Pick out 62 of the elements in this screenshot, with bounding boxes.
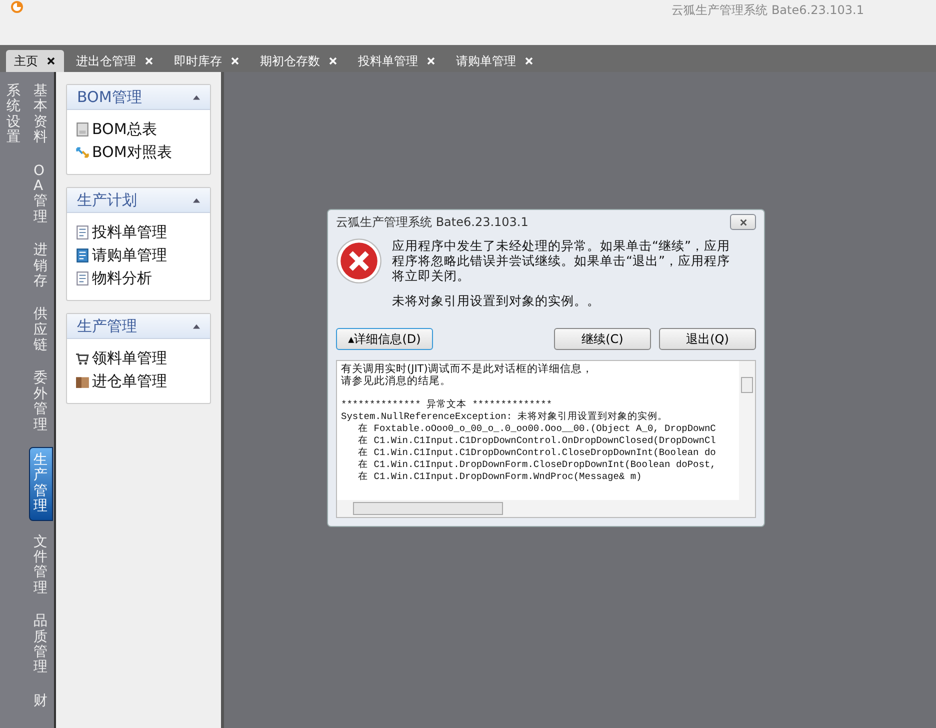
details-line: System.NullReferenceException: 未将对象引用设置到对象的实例。 [341,411,669,423]
chevron-icon[interactable] [193,198,200,202]
document-icon [75,271,90,286]
arrows-icon [75,145,90,160]
document-icon [75,122,90,137]
nav-tab[interactable]: OA管理 [30,160,52,230]
cart-icon [75,351,90,366]
details-line: 请参见此消息的结尾。 [341,375,452,387]
details-line: 在 C1.Win.C1Input.C1DropDownControl.OnDropDownClosed(DropDownCl [357,435,717,447]
tab[interactable]: 期初仓存数 [252,50,346,72]
menu-item[interactable]: 请购单管理 [75,244,202,267]
tab[interactable]: 主页 [6,50,64,72]
document-icon [75,248,90,263]
menu-item[interactable]: BOM总表 [75,118,202,141]
details-line: ************** 异常文本 ************** [341,399,554,411]
nav-tab[interactable]: 委外管理 [30,367,52,438]
details-line: 在 C1.Win.C1Input.DropDownForm.WndProc(Message& m) [357,471,643,483]
close-icon [738,218,748,226]
chevron-icon[interactable] [193,324,200,328]
nav-tab[interactable]: 供应链 [30,303,52,358]
nav-tab[interactable]: 财 [30,690,52,714]
app-title: 云狐生产管理系统 Bate6.23.103.1 [672,2,864,19]
nav-tab[interactable]: 基本资料 [30,80,52,150]
nav-tab[interactable]: 文件管理 [30,530,52,600]
details-line: 在 Foxtable.oOoo0_o_00_o_.0_oo00.Ooo__00.(Object A_0, DropDownC [357,423,717,435]
menu-item[interactable]: 进仓单管理 [75,370,202,393]
error-detail: 未将对象引用设置到对象的实例。。 [392,293,601,310]
menu-item[interactable]: 物料分析 [75,267,202,290]
close-icon[interactable] [46,56,56,66]
details-line: 在 C1.Win.C1Input.C1DropDownControl.CloseDropDownInt(Boolean do [357,447,717,459]
dialog-button[interactable]: 继续(C) [554,328,651,350]
dialog-title: 云狐生产管理系统 Bate6.23.103.1 [336,214,528,230]
tab[interactable]: 投料单管理 [350,50,444,72]
document-icon [75,225,90,240]
menu-item[interactable]: BOM对照表 [75,141,202,164]
details-button[interactable]: ▴详细信息(D) [336,328,433,350]
logo-icon [10,0,24,14]
details-line: 有关调用实时(JIT)调试而不是此对话框的详细信息， [341,363,594,375]
nav-tab[interactable]: 系统设置 [2,80,24,150]
group-title: 生产管理 [77,316,137,336]
group-header[interactable]: 生产计划 [67,188,210,213]
group-header[interactable]: 生产管理 [67,314,210,339]
box-icon [75,374,90,389]
group-header[interactable]: BOM管理 [67,85,210,110]
error-icon [336,238,382,284]
vertical-scrollbar[interactable] [739,361,755,500]
horizontal-scrollbar[interactable] [337,500,755,517]
tab[interactable]: 进出仓管理 [68,50,162,72]
menu-item[interactable]: 领料单管理 [75,347,202,370]
group-title: BOM管理 [77,88,142,106]
dialog-button[interactable]: 退出(Q) [659,328,756,350]
chevron-icon[interactable] [193,94,200,100]
nav-tab[interactable]: 生产管理 [28,447,52,521]
group-title: 生产计划 [77,190,137,210]
tab[interactable]: 请购单管理 [448,50,542,72]
nav-tab[interactable]: 进销存 [30,239,52,294]
close-button[interactable] [730,214,756,230]
menu-item[interactable]: 投料单管理 [75,221,202,244]
tab[interactable]: 即时库存 [166,50,248,72]
error-message: 应用程序中发生了未经处理的异常。如果单击“继续”，应用程序将忽略此错误并尝试继续。如果单击“退出”，应用程序将立即关闭。 [392,238,731,283]
details-line: 在 C1.Win.C1Input.DropDownForm.CloseDropDownInt(Boolean doPost, [357,459,717,471]
nav-tab[interactable]: 品质管理 [30,610,52,680]
